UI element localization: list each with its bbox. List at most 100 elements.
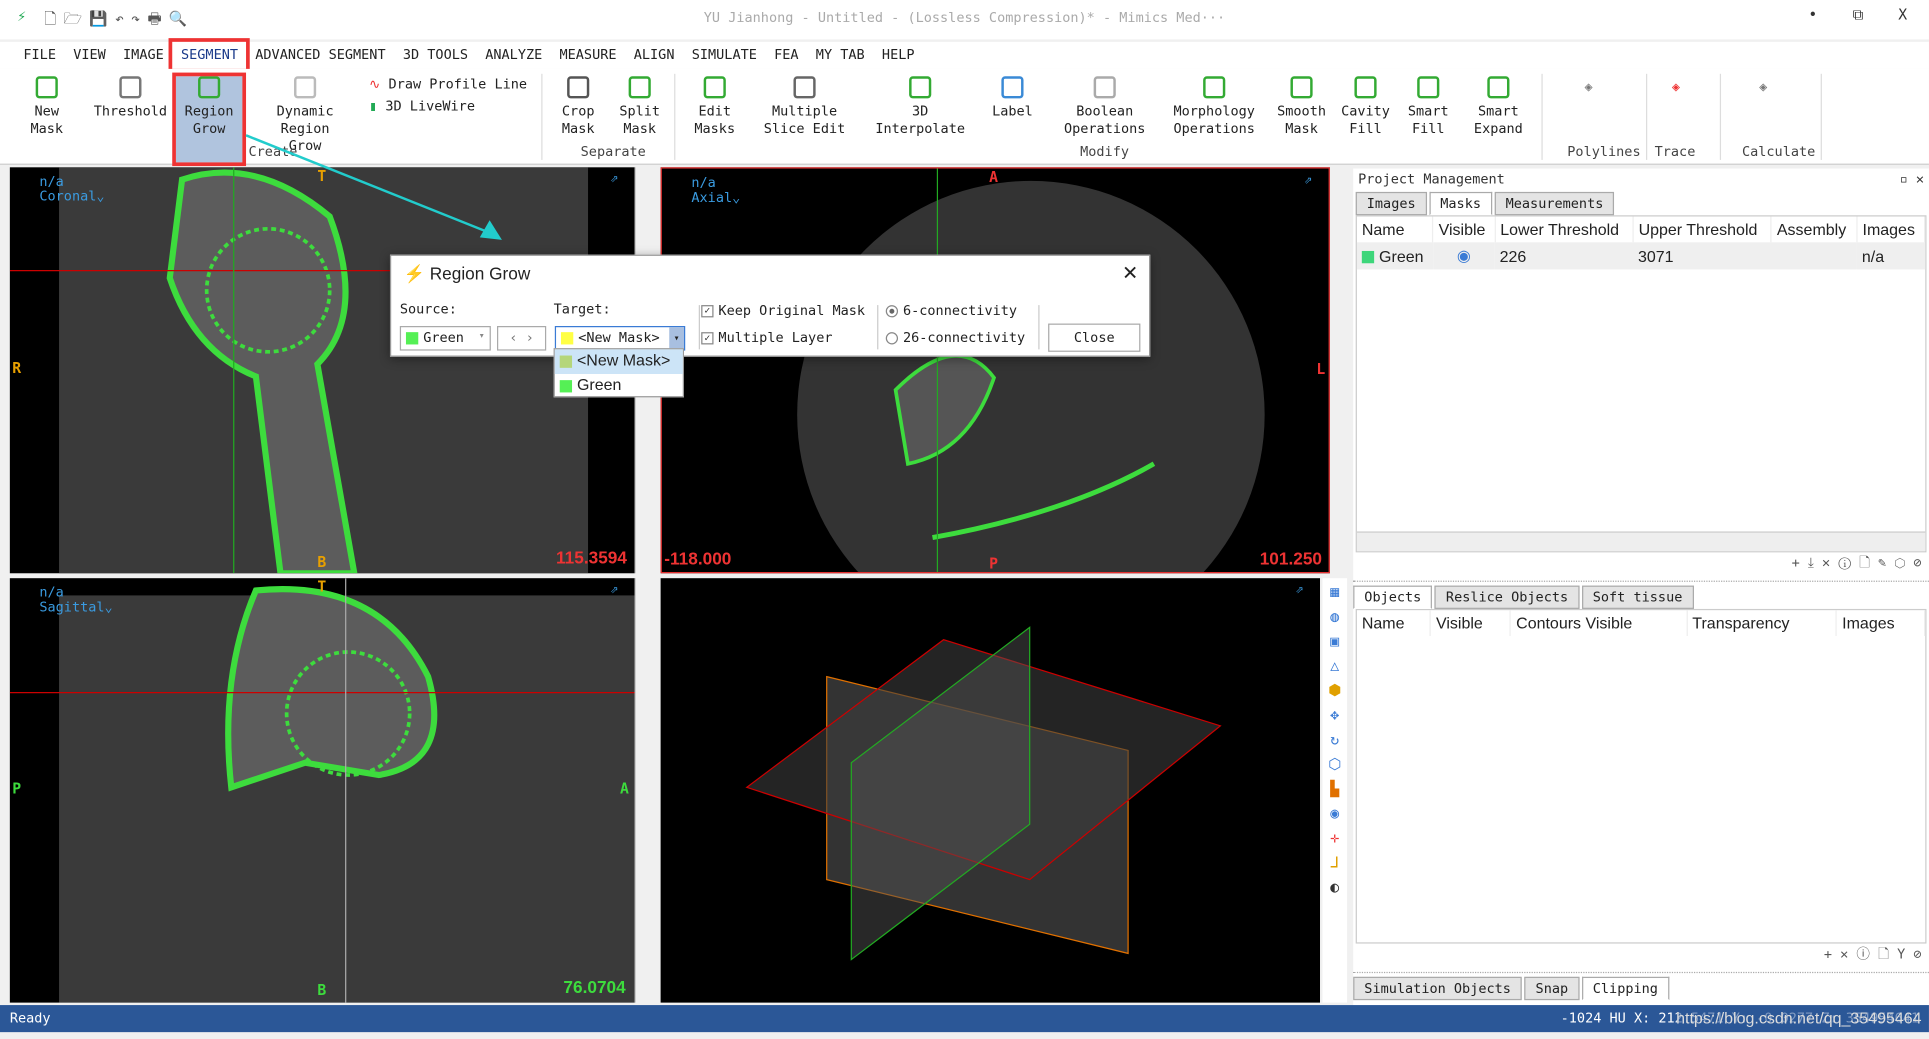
tab-clipping[interactable]: Clipping [1581,976,1670,1001]
6-connectivity-radio[interactable]: 6-connectivity [885,302,1018,319]
tab-images[interactable]: Images [1355,191,1427,216]
smart-expand-button[interactable]: Smart Expand [1449,76,1547,138]
triangle-icon[interactable]: △ [1330,657,1339,674]
polyhedron-icon[interactable]: ⬢ [1328,682,1341,699]
sagittal-scrollbar[interactable] [634,578,653,1003]
divider [541,73,543,160]
dropdown-option[interactable]: <New Mask> [554,349,683,374]
horizontal-scrollbar[interactable] [1356,531,1926,552]
draw-profile-line-button[interactable]: ∿ Draw Profile Line [369,76,527,92]
tab-reslice-objects[interactable]: Reslice Objects [1434,585,1580,609]
label: 6-connectivity [902,302,1018,319]
label: Masks [694,120,736,137]
box-icon[interactable]: ▣ [1330,632,1339,649]
column-header[interactable]: Name [1356,610,1432,637]
assembly-cell [1771,242,1857,269]
polylines-icon[interactable]: ◈ [1584,79,1592,95]
grid-icon[interactable]: ▦ [1330,583,1339,600]
label-button[interactable]: Label [963,76,1061,120]
morphology-operations-button[interactable]: Morphology Operations [1165,76,1263,138]
sphere-icon[interactable]: ◍ [1330,608,1339,625]
object-actions[interactable]: + ✕ ⓘ 🗋 Y ⊘ [1353,944,1929,967]
maximize-icon[interactable]: ⇗ [610,170,618,186]
menu-image[interactable]: IMAGE [114,42,172,69]
multiple-slice-edit-button[interactable]: Multiple Slice Edit [755,76,853,138]
menu-measure[interactable]: MEASURE [551,42,625,69]
mask-actions[interactable]: + ⤓ ✕ ⓘ 🗋 ✎ ⬡ ⊘ [1353,552,1929,575]
maximize-icon[interactable]: ⇗ [1295,581,1303,597]
threshold-button[interactable]: Threshold [81,76,179,120]
menu-3d-tools[interactable]: 3D TOOLS [394,42,476,69]
dialog-close-icon[interactable]: ✕ [1122,261,1138,286]
26-connectivity-radio[interactable]: 26-connectivity [885,330,1025,346]
view-selector[interactable]: Coronal⌄ [39,189,104,204]
3d-livewire-button[interactable]: ▮ 3D LiveWire [369,98,475,114]
trace-icon[interactable]: ◈ [1672,79,1680,95]
tab-masks[interactable]: Masks [1429,191,1493,216]
menu-align[interactable]: ALIGN [625,42,683,69]
column-header[interactable]: Upper Threshold [1633,216,1772,243]
3d-scene [745,626,1222,961]
edit-masks-button[interactable]: Edit Masks [666,76,764,138]
view-selector[interactable]: Sagittal⌄ [39,600,112,615]
menu-segment[interactable]: SEGMENT [168,38,251,73]
column-header[interactable]: Lower Threshold [1494,216,1634,243]
tab-snap[interactable]: Snap [1524,976,1580,1001]
menu-my-tab[interactable]: MY TAB [807,42,873,69]
tab-measurements[interactable]: Measurements [1494,191,1615,216]
source-select[interactable]: Green ▾ [399,326,491,351]
contrast-icon[interactable]: ◐ [1330,878,1339,895]
label: Smart [1478,103,1519,120]
menu-file[interactable]: FILE [15,42,65,69]
column-header[interactable]: Contours Visible [1510,610,1688,637]
boolean-operations-button[interactable]: Boolean Operations [1056,76,1154,138]
view-selector[interactable]: Axial⌄ [691,190,740,206]
rotate-icon[interactable]: ↻ [1330,731,1339,748]
column-header[interactable]: Visible [1433,216,1496,243]
label: Multiple Layer [718,329,833,346]
column-header[interactable]: Images [1836,610,1926,637]
3d-viewport[interactable]: ⇗ [660,578,1321,1003]
tab-objects[interactable]: Objects [1353,585,1433,609]
column-header[interactable]: Name [1356,216,1434,243]
eye-icon[interactable]: ◉ [1330,805,1339,822]
menu-advanced-segment[interactable]: ADVANCED SEGMENT [247,42,395,69]
3d-interpolate-button[interactable]: 3D Interpolate [871,76,969,138]
column-header[interactable]: Assembly [1771,216,1858,243]
close-button[interactable]: X [1898,6,1907,23]
column-header[interactable]: Transparency [1686,610,1838,637]
keep-original-mask-checkbox[interactable]: ✓ Keep Original Mask [701,303,865,319]
multiple-layer-checkbox[interactable]: ✓ Multiple Layer [701,330,832,346]
minimize-button[interactable]: • [1808,6,1817,23]
column-header[interactable]: Images [1856,216,1926,243]
dropdown-option[interactable]: Green [555,374,683,399]
coords-icon[interactable]: ⅃ [1331,854,1339,871]
column-header[interactable]: Visible [1430,610,1512,637]
visible-toggle[interactable]: ◉ [1433,242,1495,269]
tab-soft-tissue[interactable]: Soft tissue [1581,585,1694,609]
calculate-icon[interactable]: ◈ [1759,79,1767,95]
axes-icon[interactable]: ✛ [1330,829,1339,846]
menu-help[interactable]: HELP [873,42,923,69]
cube-icon[interactable]: ⬡ [1328,755,1341,772]
orientation-bottom: P [989,554,998,573]
maximize-icon[interactable]: ⇗ [1304,171,1312,187]
move-icon[interactable]: ✥ [1330,706,1339,723]
tool-icon [628,76,651,99]
restore-button[interactable]: ⧉ [1853,6,1864,24]
close-dialog-button[interactable]: Close [1048,323,1141,352]
menu-view[interactable]: VIEW [65,42,115,69]
sagittal-viewport[interactable]: n/a Sagittal⌄ T B P A 76.0704 ⇗ [9,578,635,1003]
tab-simulation-objects[interactable]: Simulation Objects [1353,976,1523,1001]
target-value: <New Mask> [578,329,660,346]
menu-analyze[interactable]: ANALYZE [477,42,551,69]
prev-next-buttons[interactable]: ‹ › [497,326,547,351]
panel-controls[interactable]: ▫ ✕ [1900,171,1924,187]
axial-viewport[interactable]: n/a Axial⌄ A P L -118.000 101.250 ⇗ [660,167,1330,574]
table-row[interactable]: Green ◉ 226 3071 n/a [1356,242,1925,270]
menu-simulate[interactable]: SIMULATE [683,42,765,69]
chart-icon[interactable]: ▙ [1330,780,1339,797]
maximize-icon[interactable]: ⇗ [610,581,618,597]
target-select[interactable]: <New Mask> ▾ [554,326,686,351]
menu-fea[interactable]: FEA [766,42,808,69]
